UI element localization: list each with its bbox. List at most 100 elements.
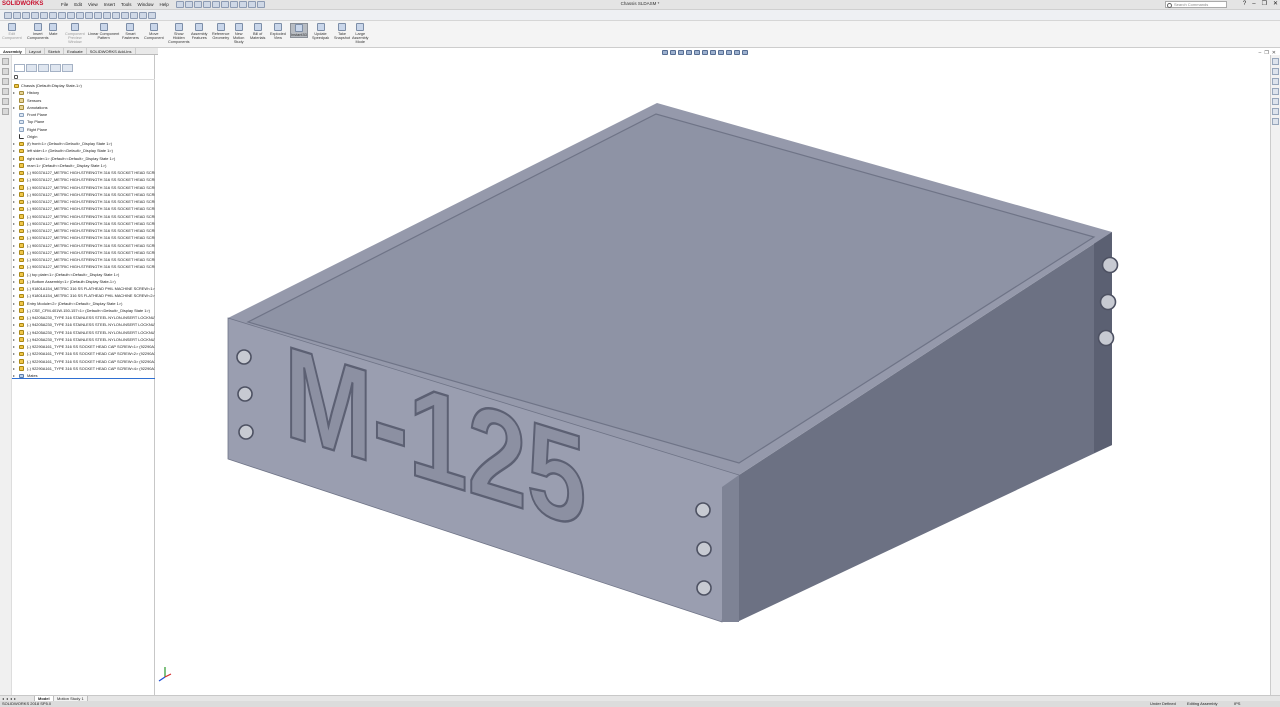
view-palette-icon[interactable] — [1272, 88, 1279, 95]
expand-arrow-icon[interactable]: ▸ — [13, 169, 17, 176]
view-settings-icon[interactable] — [742, 50, 748, 55]
expand-arrow-icon[interactable]: ▸ — [13, 321, 17, 328]
tree-item[interactable]: Origin — [12, 133, 155, 140]
expand-arrow-icon[interactable]: ▸ — [13, 278, 17, 285]
expand-arrow-icon[interactable]: ▸ — [13, 249, 17, 256]
tool-icon[interactable] — [49, 12, 57, 19]
units-selector[interactable]: IPS — [1234, 701, 1240, 707]
tool-icon[interactable] — [121, 12, 129, 19]
tool-icon[interactable] — [67, 12, 75, 19]
ribbon-button-linear-component-pattern[interactable]: Linear Component Pattern — [88, 23, 119, 40]
tool-icon[interactable] — [130, 12, 138, 19]
tree-item[interactable]: ▸ (-) 90037A127_METRIC HIGH-STRENGTH 316 … — [12, 234, 155, 241]
tree-item[interactable]: ▸ (-) 94205A230_TYPE 316 STAINLESS STEEL … — [12, 314, 155, 321]
expand-arrow-icon[interactable]: ▸ — [13, 147, 17, 154]
panel-icon[interactable] — [2, 78, 9, 85]
tree-item[interactable]: Right Plane — [12, 126, 155, 133]
expand-arrow-icon[interactable]: ▸ — [13, 285, 17, 292]
expand-arrow-icon[interactable]: ▸ — [13, 191, 17, 198]
edit-appearance-icon[interactable] — [726, 50, 732, 55]
tree-item[interactable]: ▸ (-) 91801A154_METRIC 316 SS FLATHEAD PH… — [12, 292, 155, 299]
tree-item[interactable]: ▸ (-) Bottom Assembly<1> (Default<Display… — [12, 278, 155, 285]
tree-item[interactable]: ▸ (-) CSE_CFM-401W-150-157<1> (Default<<D… — [12, 307, 155, 314]
expand-arrow-icon[interactable]: ▸ — [13, 256, 17, 263]
expand-arrow-icon[interactable]: ▸ — [13, 242, 17, 249]
tab-evaluate[interactable]: Evaluate — [64, 48, 87, 54]
expand-arrow-icon[interactable]: ▸ — [13, 372, 17, 378]
restore-button[interactable]: ❐ — [1262, 1, 1267, 8]
tree-item[interactable]: ▸ (-) 92290A161_TYPE 316 SS SOCKET HEAD C… — [12, 350, 155, 357]
tree-item[interactable]: ▸ (-) 94205A230_TYPE 316 STAINLESS STEEL … — [12, 336, 155, 343]
display-style-icon[interactable] — [710, 50, 716, 55]
expand-arrow-icon[interactable]: ▸ — [13, 213, 17, 220]
design-library-icon[interactable] — [1272, 68, 1279, 75]
tree-item[interactable]: ▸ (-) 90037A127_METRIC HIGH-STRENGTH 316 … — [12, 256, 155, 263]
tree-item[interactable]: ▸ (f) front<1> (Default<<Default>_Display… — [12, 140, 155, 147]
view-orientation-icon[interactable] — [702, 50, 708, 55]
apply-scene-icon[interactable] — [734, 50, 740, 55]
tree-item[interactable]: ▸ (-) 90037A127_METRIC HIGH-STRENGTH 316 … — [12, 205, 155, 212]
graphics-area[interactable]: M-125 — [156, 55, 1270, 695]
tree-item[interactable]: ▸ (-) 94205A230_TYPE 316 STAINLESS STEEL … — [12, 321, 155, 328]
expand-arrow-icon[interactable]: ▸ — [13, 336, 17, 343]
expand-arrow-icon[interactable]: ▸ — [13, 198, 17, 205]
hide-show-items-icon[interactable] — [718, 50, 724, 55]
expand-arrow-icon[interactable]: ▸ — [13, 104, 17, 111]
ribbon-button-smart-fasteners[interactable]: Smart Fasteners — [122, 23, 139, 40]
tree-item[interactable]: ▸ (-) 90037A127_METRIC HIGH-STRENGTH 316 … — [12, 213, 155, 220]
expand-arrow-icon[interactable]: ▸ — [13, 89, 17, 96]
tree-item[interactable]: ▸ (-) 90037A127_METRIC HIGH-STRENGTH 316 … — [12, 198, 155, 205]
menu-file[interactable]: File — [58, 1, 71, 8]
tool-icon[interactable] — [85, 12, 93, 19]
expand-arrow-icon[interactable]: ▸ — [13, 184, 17, 191]
expand-arrow-icon[interactable]: ▸ — [13, 140, 17, 147]
expand-arrow-icon[interactable]: ▸ — [13, 358, 17, 365]
file-explorer-icon[interactable] — [1272, 78, 1279, 85]
menu-help[interactable]: Help — [157, 1, 172, 8]
undo-icon[interactable] — [221, 1, 229, 8]
tool-icon[interactable] — [139, 12, 147, 19]
tree-item[interactable]: ▸ (-) 90037A127_METRIC HIGH-STRENGTH 316 … — [12, 184, 155, 191]
ribbon-button-move-component[interactable]: Move Component — [144, 23, 164, 40]
new-document-icon[interactable] — [185, 1, 193, 8]
expand-arrow-icon[interactable]: ▸ — [13, 300, 17, 307]
property-manager-tab-icon[interactable] — [26, 64, 37, 72]
ribbon-button-edit-component[interactable]: Edit Component — [2, 23, 22, 40]
expand-arrow-icon[interactable]: ▸ — [13, 365, 17, 372]
print-icon[interactable] — [212, 1, 220, 8]
tool-icon[interactable] — [31, 12, 39, 19]
forum-icon[interactable] — [1272, 118, 1279, 125]
ribbon-button-reference-geometry[interactable]: Reference Geometry — [212, 23, 230, 40]
rebuild-icon[interactable] — [239, 1, 247, 8]
menu-insert[interactable]: Insert — [101, 1, 118, 8]
ribbon-button-assembly-features[interactable]: Assembly Features — [191, 23, 207, 40]
tree-root[interactable]: Chassis (Default<Display State-1>) — [12, 82, 155, 89]
tool-icon[interactable] — [76, 12, 84, 19]
expand-arrow-icon[interactable]: ▸ — [13, 292, 17, 299]
tree-item[interactable]: ▸ rear<1> (Default<<Default>_Display Stat… — [12, 162, 155, 169]
ribbon-button-insert-components[interactable]: Insert Components — [27, 23, 49, 40]
expand-arrow-icon[interactable]: ▸ — [13, 271, 17, 278]
zoom-fit-icon[interactable] — [662, 50, 668, 55]
expand-arrow-icon[interactable]: ▸ — [13, 162, 17, 169]
expand-arrow-icon[interactable]: ▸ — [13, 220, 17, 227]
expand-arrow-icon[interactable]: ▸ — [13, 307, 17, 314]
tree-item[interactable]: ▸ (-) 90037A127_METRIC HIGH-STRENGTH 316 … — [12, 227, 155, 234]
home-icon[interactable] — [176, 1, 184, 8]
appearances-icon[interactable] — [1272, 98, 1279, 105]
tree-item[interactable]: Front Plane — [12, 111, 155, 118]
tab-solidworks-add-ins[interactable]: SOLIDWORKS Add-Ins — [87, 48, 136, 54]
expand-arrow-icon[interactable]: ▸ — [13, 329, 17, 336]
tool-icon[interactable] — [112, 12, 120, 19]
expand-arrow-icon[interactable]: ▸ — [13, 205, 17, 212]
tree-item[interactable]: Sensors — [12, 97, 155, 104]
tree-item[interactable]: ▸ Entry Module<2> (Default<<Default>_Disp… — [12, 300, 155, 307]
tool-icon[interactable] — [94, 12, 102, 19]
tool-icon[interactable] — [4, 12, 12, 19]
ribbon-button-update-speedpak[interactable]: Update Speedpak — [312, 23, 329, 40]
configuration-manager-tab-icon[interactable] — [38, 64, 49, 72]
expand-arrow-icon[interactable]: ▸ — [13, 263, 17, 270]
dimxpert-tab-icon[interactable] — [50, 64, 61, 72]
expand-arrow-icon[interactable]: ▸ — [13, 227, 17, 234]
expand-arrow-icon[interactable]: ▸ — [13, 234, 17, 241]
